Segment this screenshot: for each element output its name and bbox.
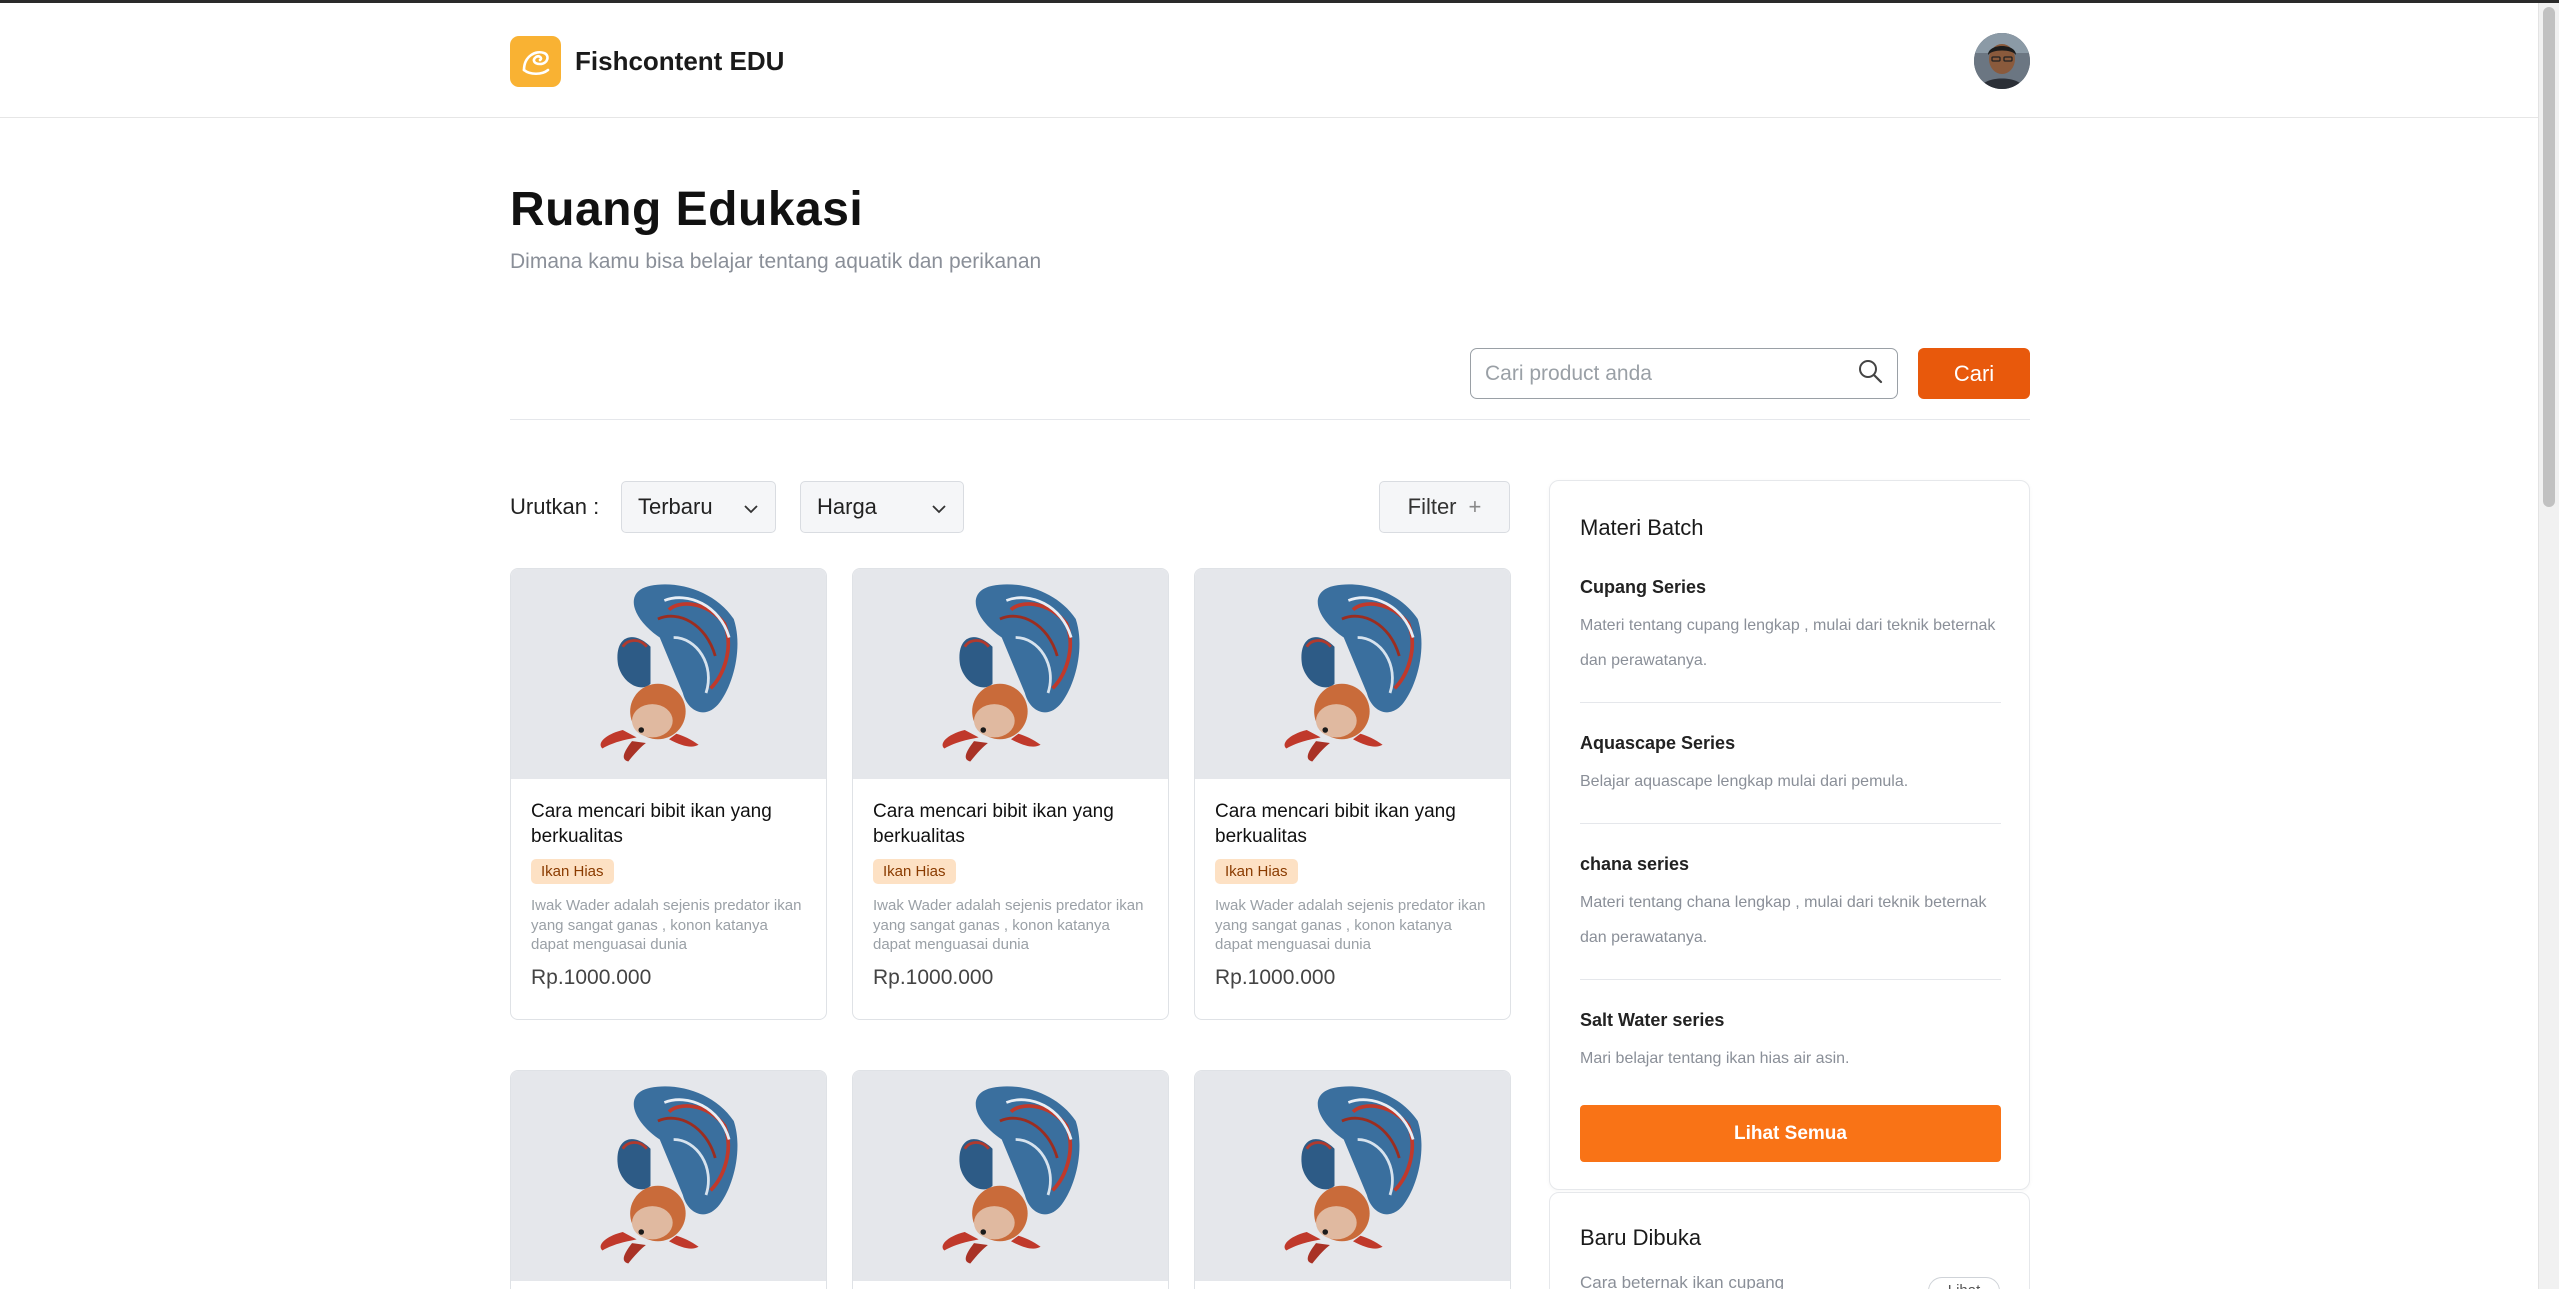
card-title: Cara mencari bibit ikan yang berkualitas — [873, 801, 1114, 847]
card-title: Cara mencari bibit ikan yang berkualitas — [531, 801, 772, 847]
search-icon[interactable] — [1857, 358, 1883, 389]
search-button[interactable]: Cari — [1918, 348, 2030, 399]
card-image — [1195, 1071, 1510, 1281]
card-tag: Ikan Hias — [1215, 859, 1298, 884]
card-price: Rp.1000.000 — [531, 966, 652, 989]
brand-logo-link[interactable]: Fishcontent EDU — [510, 36, 784, 87]
plus-icon: + — [1468, 494, 1482, 519]
user-avatar[interactable] — [1974, 33, 2030, 89]
recent-panel: Baru Dibuka Cara beternak ikan cupang Li… — [1549, 1192, 2030, 1289]
batch-panel: Materi Batch Cupang Series Materi tentan… — [1549, 480, 2030, 1190]
batch-item-cupang[interactable]: Cupang Series Materi tentang cupang leng… — [1580, 577, 2001, 678]
fish-logo-icon — [510, 36, 561, 87]
course-card[interactable]: Cara mencari bibit ikan yang berkualitas… — [1194, 568, 1511, 1020]
view-button[interactable]: Lihat — [1928, 1277, 2000, 1289]
batch-item-desc: Materi tentang cupang lengkap , mulai da… — [1580, 617, 1996, 669]
card-price: Rp.1000.000 — [873, 966, 994, 989]
recent-panel-title: Baru Dibuka — [1580, 1225, 1702, 1250]
page-title: Ruang Edukasi — [510, 183, 864, 236]
card-image — [511, 569, 826, 779]
course-card[interactable] — [852, 1070, 1169, 1289]
card-tag: Ikan Hias — [531, 859, 614, 884]
batch-divider — [1580, 979, 2001, 980]
brand-name: Fishcontent EDU — [575, 46, 785, 76]
batch-panel-title: Materi Batch — [1580, 515, 1704, 540]
card-description: Iwak Wader adalah sejenis predator ikan … — [531, 897, 802, 953]
batch-item-chana[interactable]: chana series Materi tentang chana lengka… — [1580, 854, 2001, 955]
card-price: Rp.1000.000 — [1215, 966, 1336, 989]
course-card[interactable]: Cara mencari bibit ikan yang berkualitas… — [510, 568, 827, 1020]
navbar: Fishcontent EDU — [0, 3, 2538, 118]
card-tag: Ikan Hias — [873, 859, 956, 884]
batch-item-desc: Belajar aquascape lengkap mulai dari pem… — [1580, 773, 1909, 790]
card-title: Cara mencari bibit ikan yang berkualitas — [1215, 801, 1456, 847]
card-image — [853, 569, 1168, 779]
card-image — [853, 1071, 1168, 1281]
chevron-down-icon — [931, 494, 947, 520]
page-scrollbar[interactable] — [2538, 3, 2559, 1289]
batch-item-desc: Materi tentang chana lengkap , mulai dar… — [1580, 894, 1987, 946]
course-card[interactable] — [1194, 1070, 1511, 1289]
page-subtitle: Dimana kamu bisa belajar tentang aquatik… — [510, 250, 1042, 273]
see-all-button[interactable]: Lihat Semua — [1580, 1105, 2001, 1162]
card-image — [1195, 569, 1510, 779]
batch-divider — [1580, 823, 2001, 824]
chevron-down-icon — [743, 494, 759, 520]
batch-divider — [1580, 702, 2001, 703]
card-description: Iwak Wader adalah sejenis predator ikan … — [873, 897, 1144, 953]
batch-item-aquascape[interactable]: Aquascape Series Belajar aquascape lengk… — [1580, 733, 2001, 799]
course-card[interactable] — [510, 1070, 827, 1289]
search-input[interactable] — [1485, 361, 1857, 386]
batch-item-name: Cupang Series — [1580, 577, 1707, 597]
batch-item-name: Salt Water series — [1580, 1010, 1725, 1030]
card-description: Iwak Wader adalah sejenis predator ikan … — [1215, 897, 1486, 953]
course-card[interactable]: Cara mencari bibit ikan yang berkualitas… — [852, 568, 1169, 1020]
scrollbar-thumb[interactable] — [2543, 7, 2555, 507]
sort-select-price[interactable]: Harga — [800, 481, 964, 533]
card-image — [511, 1071, 826, 1281]
batch-item-name: chana series — [1580, 854, 1690, 874]
recent-item[interactable]: Cara beternak ikan cupang — [1580, 1273, 1784, 1289]
filter-button[interactable]: Filter + — [1379, 481, 1510, 533]
search-box — [1470, 348, 1898, 399]
header-divider — [510, 419, 2030, 420]
sort-select-value: Harga — [817, 494, 877, 519]
batch-item-name: Aquascape Series — [1580, 733, 1736, 753]
batch-item-saltwater[interactable]: Salt Water series Mari belajar tentang i… — [1580, 1010, 2001, 1076]
sort-select-newest[interactable]: Terbaru — [621, 481, 776, 533]
sort-select-value: Terbaru — [638, 494, 713, 519]
batch-item-desc: Mari belajar tentang ikan hias air asin. — [1580, 1050, 1850, 1067]
filter-label: Filter — [1407, 494, 1457, 519]
sort-label: Urutkan : — [510, 494, 600, 519]
